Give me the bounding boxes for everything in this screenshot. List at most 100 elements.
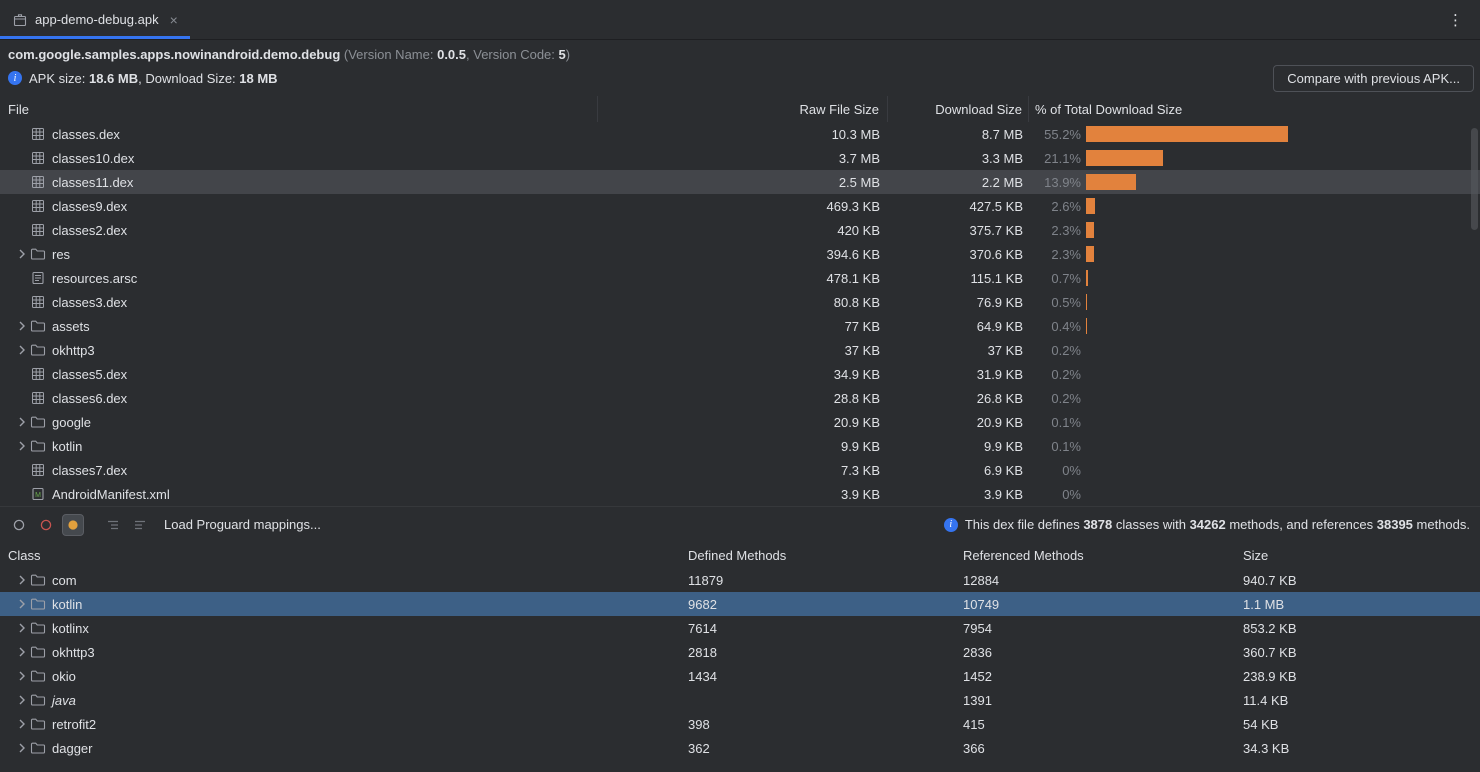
- percent-cell: 0.2%: [1029, 386, 1480, 410]
- percent-of-total: 0.7%: [1035, 271, 1081, 286]
- file-row[interactable]: kotlin9.9 KB9.9 KB0.1%: [0, 434, 1480, 458]
- download-size: 20.9 KB: [888, 415, 1029, 430]
- show-referenced-methods-toggle-icon[interactable]: [62, 514, 84, 536]
- class-row[interactable]: java139111.4 KB: [0, 688, 1480, 712]
- class-row[interactable]: kotlinx76147954853.2 KB: [0, 616, 1480, 640]
- tab-apk-analyzer[interactable]: app-demo-debug.apk ×: [0, 0, 190, 39]
- indent-spacer: [14, 150, 30, 166]
- class-size: 1.1 MB: [1240, 597, 1480, 612]
- file-row[interactable]: MAndroidManifest.xml3.9 KB3.9 KB0%: [0, 482, 1480, 506]
- info-icon: i: [944, 518, 958, 532]
- file-row[interactable]: classes7.dex7.3 KB6.9 KB0%: [0, 458, 1480, 482]
- class-row[interactable]: okhttp328182836360.7 KB: [0, 640, 1480, 664]
- referenced-methods: 2836: [960, 645, 1240, 660]
- column-header-class[interactable]: Class: [0, 548, 685, 563]
- class-row[interactable]: retrofit239841554 KB: [0, 712, 1480, 736]
- file-row[interactable]: google20.9 KB20.9 KB0.1%: [0, 410, 1480, 434]
- class-cell: okhttp3: [0, 644, 685, 660]
- chevron-right-icon[interactable]: [14, 414, 30, 430]
- file-cell: kotlin: [0, 438, 598, 454]
- file-row[interactable]: resources.arsc478.1 KB115.1 KB0.7%: [0, 266, 1480, 290]
- raw-file-size: 478.1 KB: [598, 271, 888, 286]
- referenced-methods: 1391: [960, 693, 1240, 708]
- chevron-right-icon[interactable]: [14, 740, 30, 756]
- percent-cell: 0.1%: [1029, 434, 1480, 458]
- file-row[interactable]: assets77 KB64.9 KB0.4%: [0, 314, 1480, 338]
- chevron-right-icon[interactable]: [14, 342, 30, 358]
- chevron-right-icon[interactable]: [14, 644, 30, 660]
- download-size: 6.9 KB: [888, 463, 1029, 478]
- expand-all-icon[interactable]: [102, 514, 124, 536]
- download-percent-bar: [1086, 198, 1095, 214]
- raw-file-size: 77 KB: [598, 319, 888, 334]
- download-percent-bar: [1086, 270, 1088, 286]
- package-folder-icon: [30, 572, 46, 588]
- file-row[interactable]: classes3.dex80.8 KB76.9 KB0.5%: [0, 290, 1480, 314]
- file-row[interactable]: classes9.dex469.3 KB427.5 KB2.6%: [0, 194, 1480, 218]
- raw-file-size: 420 KB: [598, 223, 888, 238]
- percent-of-total: 2.3%: [1035, 223, 1081, 238]
- class-row[interactable]: dagger36236634.3 KB: [0, 736, 1480, 760]
- file-row[interactable]: classes5.dex34.9 KB31.9 KB0.2%: [0, 362, 1480, 386]
- percent-cell: 0.2%: [1029, 362, 1480, 386]
- chevron-right-icon[interactable]: [14, 668, 30, 684]
- percent-cell: 0%: [1029, 482, 1480, 506]
- chevron-right-icon[interactable]: [14, 596, 30, 612]
- raw-file-size: 3.7 MB: [598, 151, 888, 166]
- file-name: AndroidManifest.xml: [52, 487, 170, 502]
- chevron-right-icon[interactable]: [14, 716, 30, 732]
- close-tab-icon[interactable]: ×: [170, 13, 178, 27]
- class-row[interactable]: com1187912884940.7 KB: [0, 568, 1480, 592]
- class-name: okio: [52, 669, 76, 684]
- file-cell: okhttp3: [0, 342, 598, 358]
- download-size: 9.9 KB: [888, 439, 1029, 454]
- vertical-scrollbar-thumb[interactable]: [1471, 128, 1478, 230]
- collapse-all-icon[interactable]: [129, 514, 151, 536]
- chevron-right-icon[interactable]: [14, 438, 30, 454]
- file-row[interactable]: classes6.dex28.8 KB26.8 KB0.2%: [0, 386, 1480, 410]
- file-row[interactable]: classes10.dex3.7 MB3.3 MB21.1%: [0, 146, 1480, 170]
- chevron-right-icon[interactable]: [14, 620, 30, 636]
- version-name-value: 0.0.5: [437, 47, 466, 62]
- class-row[interactable]: okio14341452238.9 KB: [0, 664, 1480, 688]
- download-size: 3.9 KB: [888, 487, 1029, 502]
- tab-options-menu-icon[interactable]: ⋮: [1432, 0, 1480, 39]
- folder-icon: [30, 438, 46, 454]
- download-size: 375.7 KB: [888, 223, 1029, 238]
- file-cell: classes.dex: [0, 126, 598, 142]
- apk-file-icon: [12, 12, 28, 28]
- class-row[interactable]: kotlin9682107491.1 MB: [0, 592, 1480, 616]
- chevron-right-icon[interactable]: [14, 246, 30, 262]
- class-cell: okio: [0, 668, 685, 684]
- compare-apk-button[interactable]: Compare with previous APK...: [1273, 65, 1474, 92]
- class-name: kotlin: [52, 597, 82, 612]
- column-header-file[interactable]: File: [0, 96, 598, 122]
- chevron-right-icon[interactable]: [14, 692, 30, 708]
- chevron-right-icon[interactable]: [14, 572, 30, 588]
- raw-file-size: 10.3 MB: [598, 127, 888, 142]
- load-proguard-mappings-link[interactable]: Load Proguard mappings...: [164, 517, 321, 532]
- file-name: classes.dex: [52, 127, 120, 142]
- defined-methods: 9682: [685, 597, 960, 612]
- column-header-defined-methods[interactable]: Defined Methods: [685, 548, 960, 563]
- file-row[interactable]: classes.dex10.3 MB8.7 MB55.2%: [0, 122, 1480, 146]
- show-methods-toggle-icon[interactable]: [35, 514, 57, 536]
- column-header-referenced-methods[interactable]: Referenced Methods: [960, 548, 1240, 563]
- class-table-header: Class Defined Methods Referenced Methods…: [0, 542, 1480, 568]
- download-size: 37 KB: [888, 343, 1029, 358]
- chevron-right-icon[interactable]: [14, 318, 30, 334]
- column-header-raw-file-size[interactable]: Raw File Size: [598, 96, 888, 122]
- file-row[interactable]: res394.6 KB370.6 KB2.3%: [0, 242, 1480, 266]
- file-row[interactable]: classes2.dex420 KB375.7 KB2.3%: [0, 218, 1480, 242]
- percent-cell: 55.2%: [1029, 122, 1480, 146]
- column-header-download-size[interactable]: Download Size: [888, 96, 1029, 122]
- file-row[interactable]: classes11.dex2.5 MB2.2 MB13.9%: [0, 170, 1480, 194]
- percent-of-total: 0.1%: [1035, 415, 1081, 430]
- download-percent-bar: [1086, 126, 1288, 142]
- file-row[interactable]: okhttp337 KB37 KB0.2%: [0, 338, 1480, 362]
- column-header-percent[interactable]: % of Total Download Size: [1029, 96, 1480, 122]
- show-fields-toggle-icon[interactable]: [8, 514, 30, 536]
- download-size: 370.6 KB: [888, 247, 1029, 262]
- column-header-size[interactable]: Size: [1240, 548, 1480, 563]
- dex-file-icon: [30, 222, 46, 238]
